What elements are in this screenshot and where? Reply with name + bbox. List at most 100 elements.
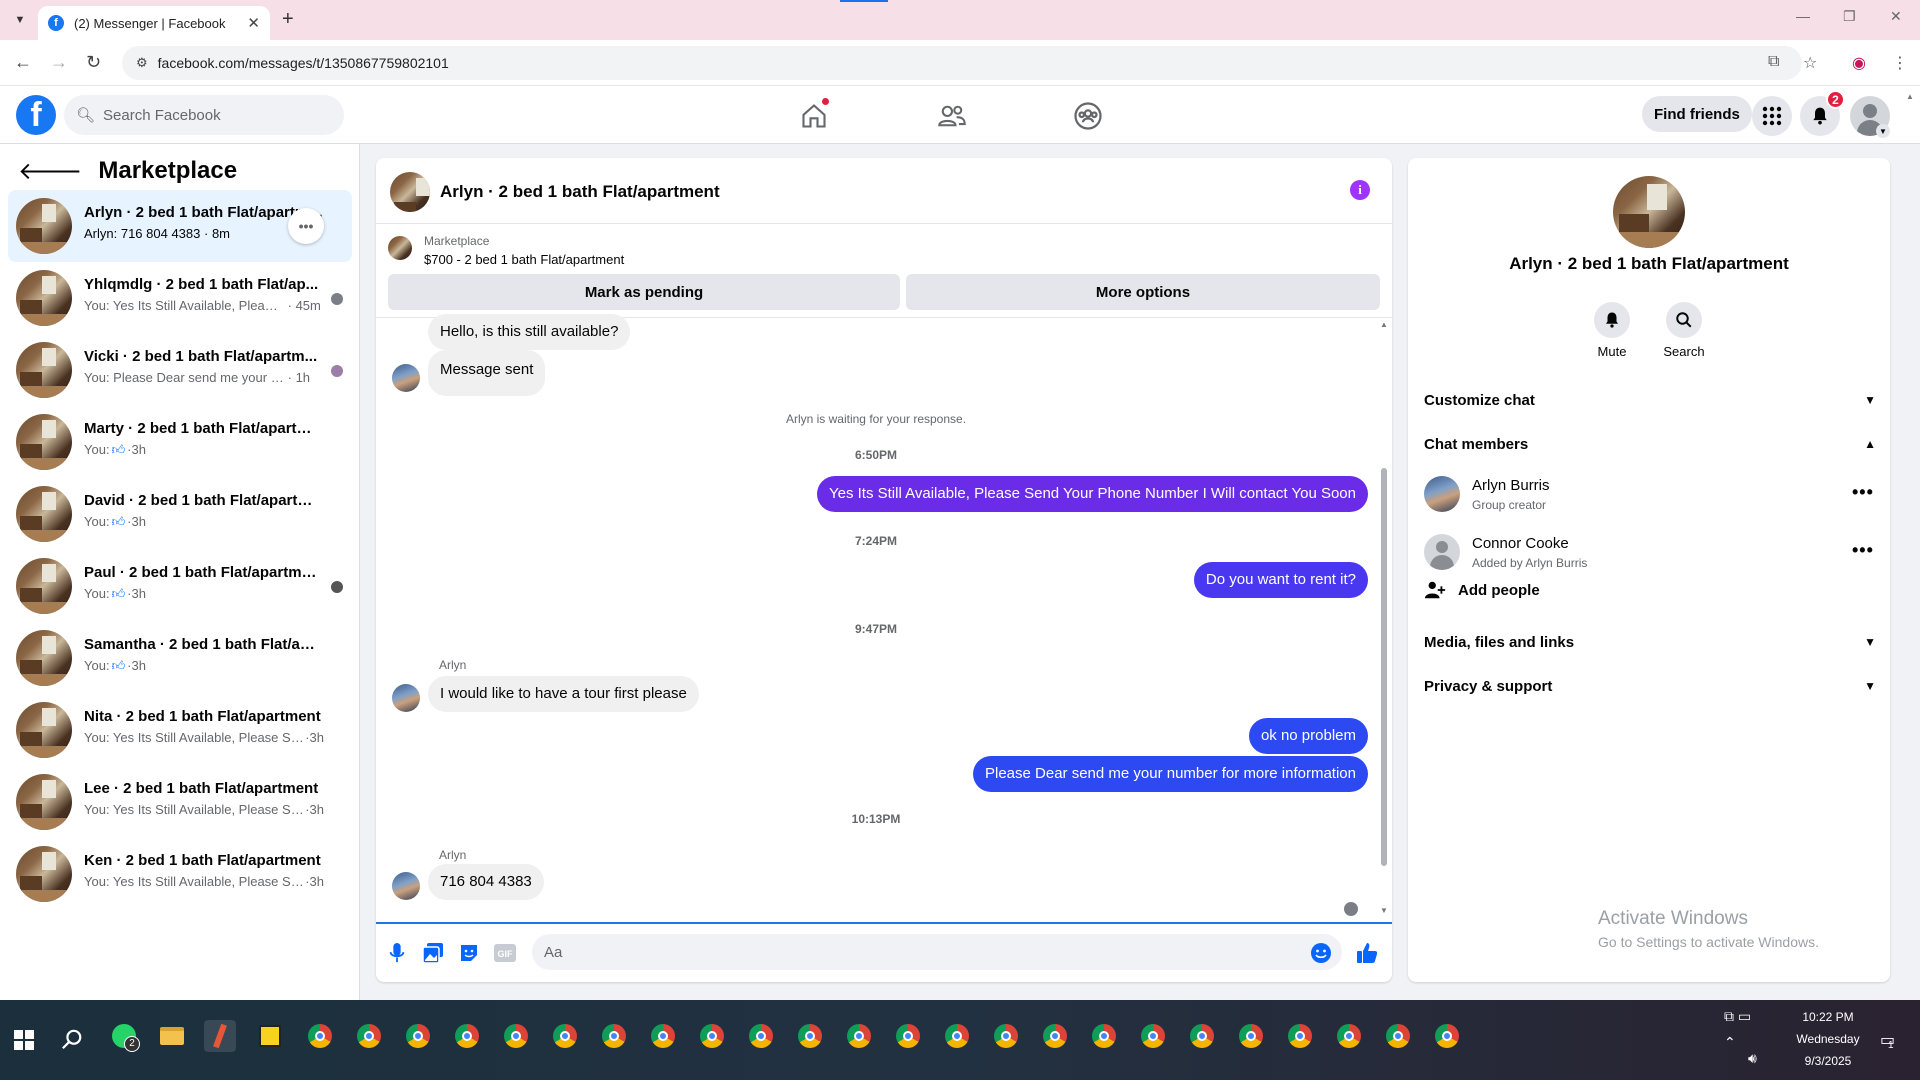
conversation-item[interactable]: Nita · 2 bed 1 bath Flat/apartment You: … [8,694,352,766]
member-row[interactable]: Connor Cooke Added by Arlyn Burris ••• [1424,526,1876,580]
facebook-logo-icon[interactable]: f [16,95,56,135]
emoji-icon[interactable] [1310,942,1332,964]
conversation-item[interactable]: Ken · 2 bed 1 bath Flat/apartment You: Y… [8,838,352,910]
browser-tab-messenger[interactable]: f (2) Messenger | Facebook ✕ [38,6,270,40]
bell-icon [1813,107,1827,125]
conversation-item[interactable]: David · 2 bed 1 bath Flat/apartment You:… [8,478,352,550]
install-app-icon[interactable]: ⧉ [1768,53,1779,71]
chrome-icon[interactable] [304,1020,336,1052]
tab-close-icon[interactable]: ✕ [247,14,260,32]
chrome-icon[interactable] [745,1020,777,1052]
privacy-support-section[interactable]: Privacy & support ▼ [1424,666,1876,706]
conversation-more-button[interactable]: ••• [288,208,324,244]
chrome-icon[interactable] [647,1020,679,1052]
conversation-item[interactable]: Marty · 2 bed 1 bath Flat/apartment You:… [8,406,352,478]
menu-grid-button[interactable] [1752,96,1792,136]
forward-button[interactable]: → [50,52,68,73]
reload-button[interactable]: ↻ [86,52,101,73]
member-more-icon[interactable]: ••• [1852,540,1874,561]
taskbar-clock[interactable]: 10:22 PM Wednesday 9/3/2025 [1788,1010,1868,1068]
scroll-up-icon[interactable]: ▲ [1380,320,1388,329]
chrome-icon[interactable] [451,1020,483,1052]
chrome-icon[interactable] [843,1020,875,1052]
notification-center-count: 1 [1888,1040,1894,1051]
chrome-icon[interactable] [1431,1020,1463,1052]
chrome-icon[interactable] [1186,1020,1218,1052]
back-button[interactable]: ← [14,52,32,73]
thumbs-up-send-icon[interactable] [1356,942,1378,964]
search-input[interactable] [103,106,304,124]
chat-title[interactable]: Arlyn · 2 bed 1 bath Flat/apartment [440,182,720,202]
listing-title[interactable]: $700 - 2 bed 1 bath Flat/apartment [424,252,624,267]
windows-start-icon[interactable] [8,1024,40,1056]
chrome-icon[interactable] [353,1020,385,1052]
microphone-icon[interactable] [386,942,408,964]
search-icon[interactable] [56,1024,88,1056]
close-window-button[interactable]: ✕ [1890,8,1902,25]
mark-as-pending-button[interactable]: Mark as pending [388,274,900,310]
bookmark-star-icon[interactable]: ☆ [1803,53,1817,73]
chrome-icon[interactable] [1088,1020,1120,1052]
groups-nav-icon[interactable] [1072,100,1104,132]
gif-icon[interactable]: GIF [494,942,516,964]
customize-chat-section[interactable]: Customize chat ▼ [1424,380,1876,420]
tray-screen-icons[interactable]: ⧉ ▭ [1724,1008,1751,1025]
chrome-icon[interactable] [794,1020,826,1052]
chrome-icon[interactable] [500,1020,532,1052]
chrome-icon[interactable] [1039,1020,1071,1052]
chrome-icon[interactable] [1137,1020,1169,1052]
chrome-icon[interactable] [696,1020,728,1052]
minimize-button[interactable]: — [1796,8,1810,24]
chrome-icon[interactable] [1333,1020,1365,1052]
add-people-button[interactable]: Add people [1424,580,1540,600]
chrome-icon[interactable] [941,1020,973,1052]
search-action[interactable]: Search [1654,302,1714,359]
conversation-item[interactable]: Paul · 2 bed 1 bath Flat/apartment You: 👍… [8,550,352,622]
media-files-links-section[interactable]: Media, files and links ▼ [1424,622,1876,662]
file-explorer-icon[interactable] [156,1020,188,1052]
chat-listing-thumbnail[interactable] [390,172,430,212]
chrome-icon[interactable] [549,1020,581,1052]
member-row[interactable]: Arlyn Burris Group creator ••• [1424,468,1876,522]
find-friends-button[interactable]: Find friends [1642,96,1752,132]
more-options-button[interactable]: More options [906,274,1380,310]
new-tab-button[interactable]: + [282,8,294,31]
scroll-down-icon[interactable]: ▼ [1380,906,1388,915]
photo-icon[interactable] [422,942,444,964]
mute-action[interactable]: Mute [1582,302,1642,359]
conversation-item[interactable]: Arlyn · 2 bed 1 bath Flat/apartment Arly… [8,190,352,262]
omnibox[interactable]: ⚙ facebook.com/messages/t/13508677598021… [122,46,1802,80]
profile-icon[interactable]: ◉ [1852,53,1866,73]
page-scroll-up-icon[interactable]: ▲ [1906,92,1914,101]
conversation-item[interactable]: Lee · 2 bed 1 bath Flat/apartment You: Y… [8,766,352,838]
chrome-icon[interactable] [1382,1020,1414,1052]
message-scrollbar[interactable]: ▲ ▼ [1380,320,1388,918]
browser-menu-icon[interactable]: ⋮ [1892,53,1908,73]
message-input[interactable] [532,934,1342,970]
conversation-item[interactable]: Vicki · 2 bed 1 bath Flat/apartm... You:… [8,334,352,406]
info-icon[interactable]: i [1350,180,1370,200]
chat-members-section[interactable]: Chat members ▲ [1424,424,1876,464]
volume-icon[interactable]: 🔊︎ [1748,1050,1757,1067]
tray-chevron-up-icon[interactable]: ⌃ [1724,1034,1736,1051]
friends-nav-icon[interactable] [936,100,968,132]
facebook-search[interactable]: 🔍︎ [64,95,344,135]
scrollbar-thumb[interactable] [1381,468,1387,866]
chrome-icon[interactable] [892,1020,924,1052]
sticky-notes-icon[interactable] [254,1020,286,1052]
back-arrow-icon[interactable]: 🡐 [18,156,82,186]
conversation-item[interactable]: Yhlqmdlg · 2 bed 1 bath Flat/ap... You: … [8,262,352,334]
snipping-tool-icon[interactable] [204,1020,236,1052]
tab-search-button[interactable]: ▼ [8,8,32,32]
chrome-icon[interactable] [1284,1020,1316,1052]
member-more-icon[interactable]: ••• [1852,482,1874,503]
sticker-icon[interactable] [458,942,480,964]
account-chevron-down-icon[interactable]: ▼ [1876,124,1890,138]
conversation-item[interactable]: Samantha · 2 bed 1 bath Flat/apart... Yo… [8,622,352,694]
chrome-icon[interactable] [1235,1020,1267,1052]
chrome-icon[interactable] [598,1020,630,1052]
chrome-icon[interactable] [402,1020,434,1052]
site-info-icon[interactable]: ⚙ [136,55,148,71]
chrome-icon[interactable] [990,1020,1022,1052]
restore-button[interactable]: ❐ [1843,8,1856,25]
